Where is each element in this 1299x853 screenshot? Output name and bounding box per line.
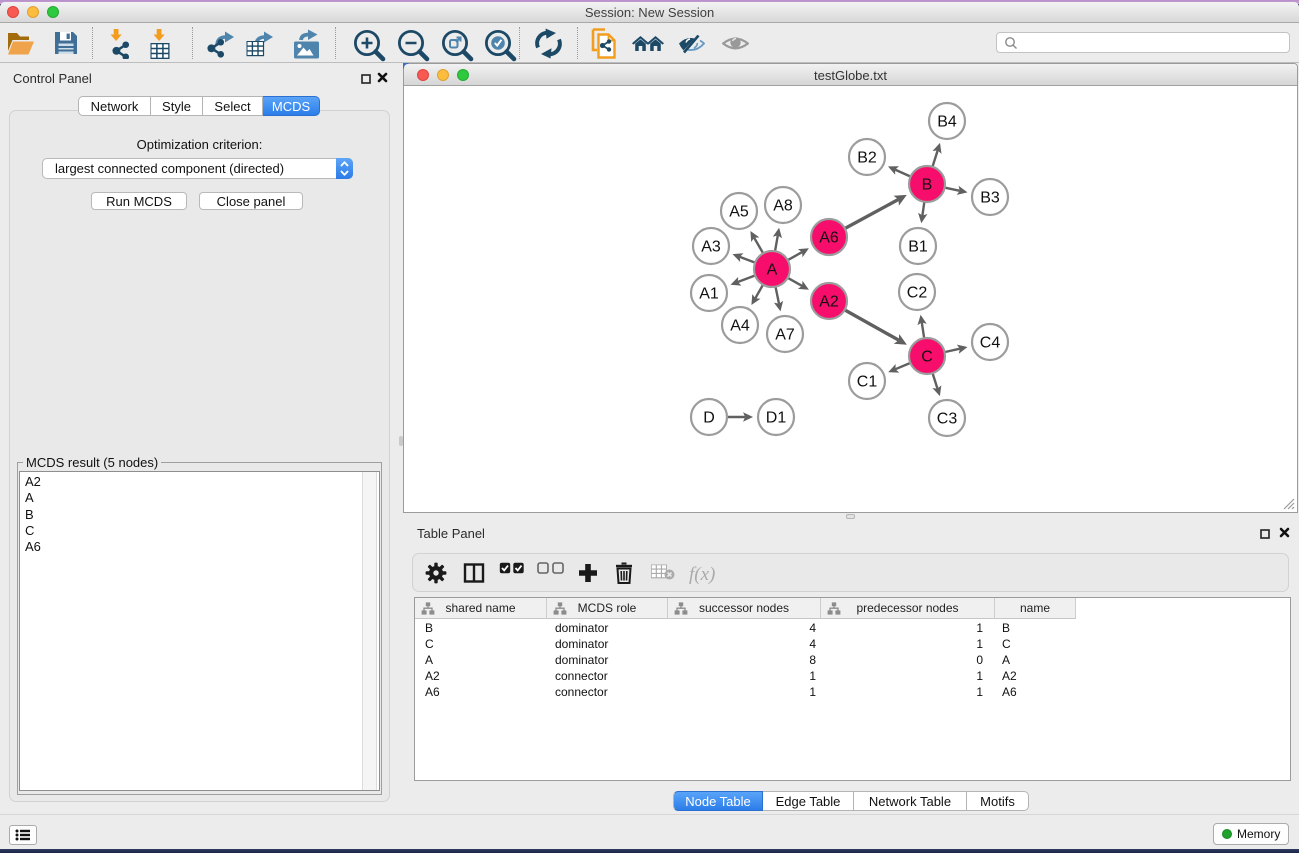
svg-text:A3: A3 [701, 239, 721, 256]
svg-text:A1: A1 [699, 286, 719, 303]
svg-text:B4: B4 [937, 114, 957, 131]
svg-text:D: D [703, 410, 715, 427]
svg-text:A5: A5 [729, 204, 749, 221]
svg-text:C: C [921, 349, 933, 366]
svg-text:f(x): f(x) [689, 564, 715, 585]
svg-text:A: A [767, 262, 778, 279]
svg-text:C3: C3 [937, 411, 958, 428]
svg-text:B1: B1 [908, 239, 928, 256]
svg-text:A8: A8 [773, 198, 793, 215]
svg-text:B: B [922, 177, 933, 194]
svg-text:B2: B2 [857, 150, 877, 167]
svg-text:A4: A4 [730, 318, 750, 335]
svg-text:C1: C1 [857, 374, 878, 391]
svg-text:A6: A6 [819, 230, 839, 247]
svg-text:C2: C2 [907, 285, 928, 302]
svg-text:C4: C4 [980, 335, 1001, 352]
svg-text:A7: A7 [775, 327, 795, 344]
svg-text:A2: A2 [819, 294, 839, 311]
svg-text:D1: D1 [766, 410, 787, 427]
svg-text:B3: B3 [980, 190, 1000, 207]
